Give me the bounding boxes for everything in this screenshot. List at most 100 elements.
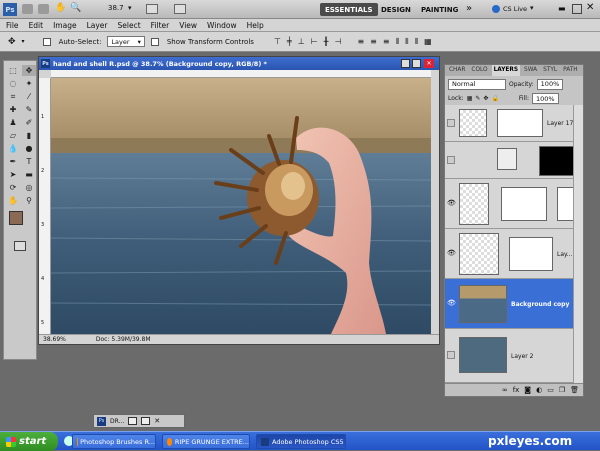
visibility-toggle-empty[interactable] xyxy=(447,156,455,164)
3d-orbit-icon[interactable]: ◎ xyxy=(22,182,36,193)
tab-swatches[interactable]: SWA xyxy=(522,65,539,76)
visibility-toggle-empty[interactable] xyxy=(447,351,455,359)
start-button[interactable]: start xyxy=(0,432,58,451)
path-select-icon[interactable]: ➤ xyxy=(6,169,20,180)
3d-rotate-icon[interactable]: ⟳ xyxy=(6,182,20,193)
distribute-left-icon[interactable]: ⦀ xyxy=(396,37,400,47)
dodge-tool-icon[interactable]: ● xyxy=(22,143,36,154)
restore-icon[interactable] xyxy=(128,417,137,425)
align-top-icon[interactable]: ⊤ xyxy=(274,37,281,46)
eyedropper-icon[interactable]: ⁄ xyxy=(22,91,36,102)
align-vcenter-icon[interactable]: ╪ xyxy=(287,37,292,46)
maximize-button[interactable] xyxy=(572,4,582,14)
blend-mode-dropdown[interactable]: Normal xyxy=(448,79,506,90)
shape-tool-icon[interactable]: ▬ xyxy=(22,169,36,180)
doc-restore-button[interactable] xyxy=(412,59,421,68)
close-button[interactable]: ✕ xyxy=(586,2,594,13)
move-tool-icon[interactable]: ✥ xyxy=(22,65,36,76)
layer-row-selected[interactable]: 👁 Background copy xyxy=(445,279,583,329)
chevron-down-icon[interactable]: ▾ xyxy=(530,4,534,12)
tab-paths[interactable]: PATH xyxy=(561,65,580,76)
minibridge-icon[interactable] xyxy=(38,4,49,14)
link-icon[interactable]: ∞ xyxy=(502,386,508,394)
brush-tool-icon[interactable]: ✎ xyxy=(22,104,36,115)
doc-minimize-button[interactable] xyxy=(401,59,410,68)
hand-tool-icon[interactable]: ✋ xyxy=(55,3,66,13)
magic-wand-icon[interactable]: ✦ xyxy=(22,78,36,89)
document-canvas[interactable] xyxy=(51,78,431,334)
lock-pixels-icon[interactable]: ✎ xyxy=(475,95,480,102)
crop-tool-icon[interactable]: ⌗ xyxy=(6,91,20,102)
menu-select[interactable]: Select xyxy=(118,21,141,30)
folder-icon[interactable]: ▭ xyxy=(547,386,554,394)
fill-field[interactable]: 100% xyxy=(532,93,559,104)
lock-transparency-icon[interactable]: ▦ xyxy=(467,95,473,102)
chevron-down-icon[interactable]: ▾ xyxy=(22,38,25,45)
auto-select-dropdown[interactable]: Layer▾ xyxy=(107,36,144,47)
menu-edit[interactable]: Edit xyxy=(29,21,44,30)
trash-icon[interactable]: 🗑 xyxy=(570,386,579,394)
menu-window[interactable]: Window xyxy=(207,21,237,30)
new-layer-icon[interactable]: ❐ xyxy=(559,386,565,394)
hand-tool-icon[interactable]: ✋ xyxy=(6,195,20,206)
tab-color[interactable]: COLO xyxy=(469,65,489,76)
arrange-docs-icon[interactable] xyxy=(146,4,158,14)
document-title-bar[interactable]: Ps hand and shell R.psd @ 38.7% (Backgro… xyxy=(39,57,439,70)
align-hcenter-icon[interactable]: ╫ xyxy=(324,37,329,46)
layer-row[interactable]: Layer 17 xyxy=(445,105,583,142)
eraser-tool-icon[interactable]: ▱ xyxy=(6,130,20,141)
cs-live-icon[interactable] xyxy=(492,5,500,13)
lock-all-icon[interactable]: 🔒 xyxy=(491,95,498,102)
clone-stamp-icon[interactable]: ♟ xyxy=(6,117,20,128)
distribute-vcenter-icon[interactable]: ≡ xyxy=(370,37,377,46)
zoom-percentage-field[interactable]: 38.69% xyxy=(43,336,66,343)
healing-brush-icon[interactable]: ✚ xyxy=(6,104,20,115)
maximize-icon[interactable] xyxy=(141,417,150,425)
move-tool-icon[interactable]: ✥ xyxy=(8,37,16,47)
align-right-icon[interactable]: ⊣ xyxy=(335,37,342,46)
tab-styles[interactable]: STYL xyxy=(541,65,559,76)
tab-character[interactable]: CHAR xyxy=(447,65,467,76)
auto-align-icon[interactable]: ▦ xyxy=(424,37,432,46)
zoom-tool-icon[interactable]: 🔍 xyxy=(70,3,81,13)
eye-icon[interactable]: 👁 xyxy=(447,199,455,207)
more-workspaces-button[interactable]: » xyxy=(466,3,472,14)
transform-controls-checkbox[interactable] xyxy=(151,38,161,46)
distribute-bottom-icon[interactable]: ≡ xyxy=(383,37,390,46)
chevron-down-icon[interactable]: ▾ xyxy=(128,4,132,12)
lock-position-icon[interactable]: ✥ xyxy=(483,95,488,102)
menu-view[interactable]: View xyxy=(179,21,197,30)
close-icon[interactable]: ✕ xyxy=(154,417,160,425)
menu-filter[interactable]: Filter xyxy=(151,21,170,30)
layer-row[interactable]: Layer 2 xyxy=(445,329,583,383)
gradient-tool-icon[interactable]: ▮ xyxy=(22,130,36,141)
menu-file[interactable]: File xyxy=(6,21,19,30)
distribute-right-icon[interactable]: ⦀ xyxy=(415,37,419,47)
eye-icon[interactable]: 👁 xyxy=(447,249,455,257)
taskbar-item[interactable]: Photoshop Brushes R... xyxy=(72,434,156,449)
screen-mode-icon[interactable] xyxy=(174,4,186,14)
eye-icon[interactable]: 👁 xyxy=(447,299,455,307)
workspace-essentials[interactable]: ESSENTIALS xyxy=(320,3,378,16)
distribute-hcenter-icon[interactable]: ⦀ xyxy=(405,37,409,47)
workspace-design[interactable]: DESIGN xyxy=(376,3,416,16)
layer-row[interactable] xyxy=(445,142,583,179)
pen-tool-icon[interactable]: ✒ xyxy=(6,156,20,167)
zoom-tool-icon[interactable]: ⚲ xyxy=(22,195,36,206)
type-tool-icon[interactable]: T xyxy=(22,156,36,167)
workspace-painting[interactable]: PAINTING xyxy=(416,3,463,16)
adjustment-icon[interactable]: ◐ xyxy=(536,386,542,394)
menu-layer[interactable]: Layer xyxy=(87,21,108,30)
layer-row[interactable]: 👁 xyxy=(445,179,583,229)
minimized-document[interactable]: Ps DR... ✕ xyxy=(93,414,185,428)
opacity-field[interactable]: 100% xyxy=(537,79,564,90)
align-bottom-icon[interactable]: ⊥ xyxy=(298,37,305,46)
history-brush-icon[interactable]: ✐ xyxy=(22,117,36,128)
tab-layers[interactable]: LAYERS xyxy=(492,65,520,76)
minimize-button[interactable]: ▬ xyxy=(558,4,568,14)
layer-row[interactable]: 👁 Lay... xyxy=(445,229,583,279)
cs-live-button[interactable]: CS Live xyxy=(503,5,527,13)
fx-icon[interactable]: fx xyxy=(513,386,520,394)
blur-tool-icon[interactable]: 💧 xyxy=(6,143,20,154)
align-left-icon[interactable]: ⊢ xyxy=(311,37,318,46)
